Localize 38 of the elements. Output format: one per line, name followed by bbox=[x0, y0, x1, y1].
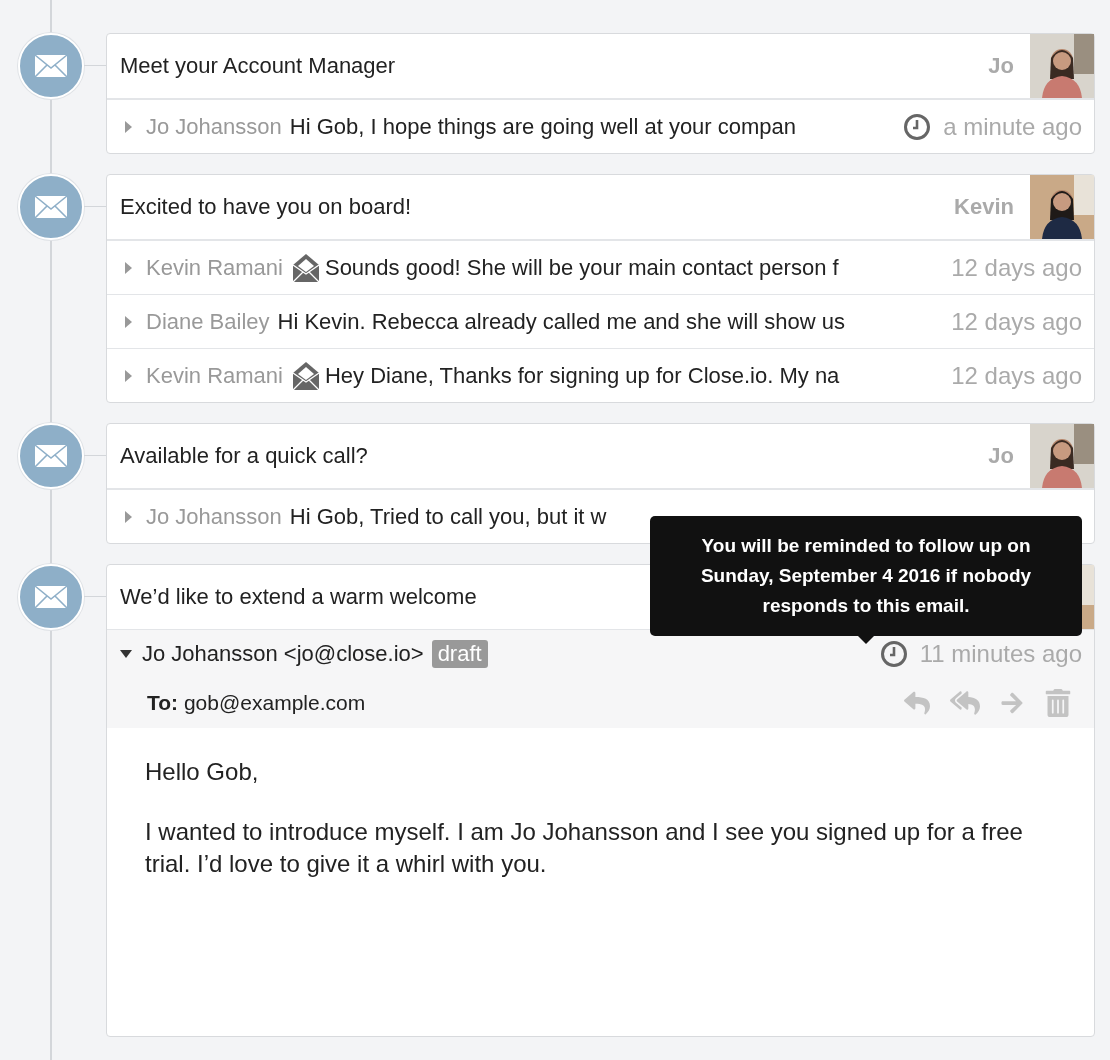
reply-button[interactable] bbox=[904, 690, 930, 716]
message-preview: Hi Kevin. Rebecca already called me and she will show us bbox=[277, 308, 846, 335]
sender-name: Kevin Ramani bbox=[146, 362, 283, 389]
owner-name: Jo bbox=[988, 443, 1014, 469]
message-time: a minute ago bbox=[943, 112, 1082, 141]
message-preview: Hi Gob, I hope things are going well at your compan bbox=[289, 113, 798, 140]
sender-name: Kevin Ramani bbox=[146, 254, 283, 281]
message-row[interactable]: Diane Bailey Hi Kevin. Rebecca already called me and she will show us 12 days ago bbox=[107, 294, 1094, 348]
envelope-icon bbox=[34, 443, 68, 468]
email-subject[interactable]: Meet your Account Manager bbox=[120, 53, 989, 79]
message-time: 12 days ago bbox=[951, 361, 1082, 390]
email-subject[interactable]: Available for a quick call? bbox=[120, 443, 989, 469]
sender-name: Diane Bailey bbox=[146, 308, 270, 335]
envelope-icon bbox=[34, 194, 68, 219]
message-row[interactable]: Jo Johansson Hi Gob, I hope things are going well at your compan a minute ago bbox=[107, 99, 1094, 153]
message-time: 12 days ago bbox=[951, 307, 1082, 336]
delete-button[interactable] bbox=[1044, 689, 1072, 717]
message-preview: Hi Gob, Tried to call you, but it w bbox=[289, 503, 608, 530]
envelope-icon bbox=[34, 584, 68, 609]
forward-button[interactable] bbox=[1000, 691, 1024, 715]
email-body-paragraph: Hello Gob, bbox=[145, 757, 260, 787]
email-subject[interactable]: Excited to have you on board! bbox=[120, 194, 955, 220]
draft-badge: draft bbox=[431, 640, 488, 668]
envelope-icon bbox=[34, 53, 68, 78]
message-time: 11 minutes ago bbox=[919, 640, 1082, 668]
email-body-paragraph: I wanted to introduce myself. I am Jo Johansson and I see you signed up for a free trial. I’d love to give it a whirl with you. bbox=[145, 817, 1024, 879]
reply-all-button[interactable] bbox=[950, 688, 980, 718]
message-row[interactable]: Kevin Ramani Hey Diane, Thanks for signing up for Close.io. My na 12 days ago bbox=[107, 348, 1094, 402]
sender-address: Jo Johansson <jo@close.io> bbox=[142, 641, 424, 667]
sender-name: Jo Johansson bbox=[146, 113, 282, 140]
message-time: 12 days ago bbox=[951, 253, 1082, 282]
owner-name: Jo bbox=[988, 53, 1014, 79]
owner-name: Kevin bbox=[954, 194, 1014, 220]
message-preview: Hey Diane, Thanks for signing up for Close.io. My na bbox=[324, 362, 841, 389]
sender-name: Jo Johansson bbox=[146, 503, 282, 530]
message-preview: Sounds good! She will be your main contact person f bbox=[324, 254, 840, 281]
message-row[interactable]: Kevin Ramani Sounds good! She will be your main contact person f 12 days ago bbox=[107, 240, 1094, 294]
recipient-line: To: gob@example.com bbox=[147, 691, 367, 715]
